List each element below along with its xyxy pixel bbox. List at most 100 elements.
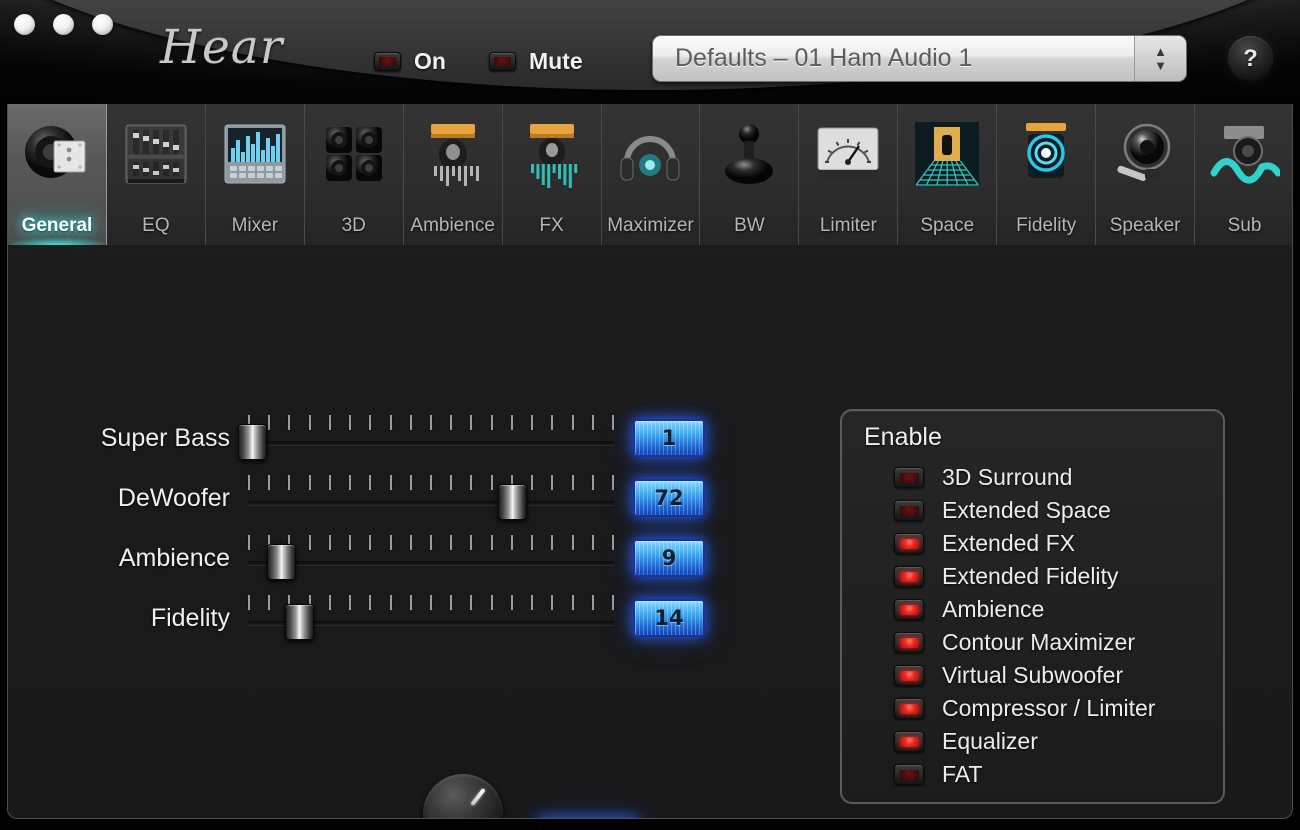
mute-toggle[interactable]: Mute — [489, 48, 583, 75]
tab-limiter[interactable]: Limiter — [799, 104, 898, 245]
tab-bw[interactable]: BW — [700, 104, 799, 245]
slider-label: DeWoofer — [93, 484, 248, 513]
speaker-cable-icon — [1108, 118, 1182, 190]
enable-item-label: Virtual Subwoofer — [942, 662, 1123, 689]
enable-item-fat[interactable]: FAT — [894, 760, 1155, 789]
preset-selector-value: Defaults – 01 Ham Audio 1 — [653, 44, 1134, 73]
zoom-button[interactable] — [92, 14, 113, 35]
slider-row-fidelity: Fidelity — [93, 590, 713, 646]
tab-3d[interactable]: 3D — [305, 104, 404, 245]
enable-led-icon[interactable] — [894, 698, 924, 719]
enable-item-extended-fx[interactable]: Extended FX — [894, 529, 1155, 558]
enable-led-icon[interactable] — [894, 665, 924, 686]
enable-led-icon[interactable] — [894, 731, 924, 752]
headphones-icon — [613, 118, 687, 190]
tab-fx[interactable]: FX — [503, 104, 602, 245]
slider-thumb[interactable] — [285, 604, 314, 640]
fidelity-ring-icon — [1009, 118, 1083, 190]
enable-item-label: Ambience — [942, 596, 1044, 623]
enable-led-icon[interactable] — [894, 500, 924, 521]
enable-led-icon[interactable] — [894, 467, 924, 488]
tab-general[interactable]: General — [8, 104, 107, 245]
enable-item-3d-surround[interactable]: 3D Surround — [894, 463, 1155, 492]
volume-knob[interactable] — [412, 774, 516, 819]
enable-item-label: Extended Space — [942, 497, 1111, 524]
chevron-up-icon[interactable]: ▲ — [1154, 47, 1167, 56]
enable-item-label: FAT — [942, 761, 982, 788]
slider-ticks-icon — [248, 415, 614, 430]
space-room-icon — [910, 118, 984, 190]
enable-led-icon[interactable] — [894, 632, 924, 653]
enable-led-icon[interactable] — [894, 764, 924, 785]
enable-item-label: Equalizer — [942, 728, 1038, 755]
enable-item-ambience[interactable]: Ambience — [894, 595, 1155, 624]
tab-label: Ambience — [404, 215, 502, 237]
slider-row-dewoofer: DeWoofer — [93, 470, 713, 526]
slider-row-ambience: Ambience — [93, 530, 713, 586]
enable-led-icon[interactable] — [894, 533, 924, 554]
joystick-icon — [712, 118, 786, 190]
volume-value-display: 2.4 — [538, 818, 638, 819]
equalizer-faders-icon — [119, 118, 193, 190]
slider-dewoofer[interactable] — [248, 472, 614, 524]
tab-label: FX — [503, 215, 601, 237]
slider-track[interactable] — [248, 441, 614, 445]
mute-led-icon — [489, 52, 516, 71]
slider-ticks-icon — [248, 475, 614, 490]
main-panel: General EQ Mixer 3D Ambience FX Maximize… — [7, 104, 1293, 819]
enable-item-extended-space[interactable]: Extended Space — [894, 496, 1155, 525]
slider-ticks-icon — [248, 535, 614, 550]
enable-item-virtual-subwoofer[interactable]: Virtual Subwoofer — [894, 661, 1155, 690]
tab-label: Speaker — [1096, 215, 1194, 237]
help-button[interactable]: ? — [1228, 36, 1273, 81]
subwoofer-wave-icon — [1208, 118, 1282, 190]
tab-label: 3D — [305, 215, 403, 237]
tab-speaker[interactable]: Speaker — [1096, 104, 1195, 245]
enable-item-extended-fidelity[interactable]: Extended Fidelity — [894, 562, 1155, 591]
power-toggle-label: On — [414, 48, 446, 75]
tab-ambience[interactable]: Ambience — [404, 104, 503, 245]
slider-thumb[interactable] — [498, 484, 527, 520]
enable-led-icon[interactable] — [894, 599, 924, 620]
enable-led-icon[interactable] — [894, 566, 924, 587]
slider-track[interactable] — [248, 561, 614, 565]
power-led-icon — [374, 52, 401, 71]
tab-fidelity[interactable]: Fidelity — [997, 104, 1096, 245]
enable-item-contour-maximizer[interactable]: Contour Maximizer — [894, 628, 1155, 657]
tab-sub[interactable]: Sub — [1195, 104, 1293, 245]
tab-label: Sub — [1195, 215, 1293, 237]
tab-space[interactable]: Space — [898, 104, 997, 245]
tab-label: Limiter — [799, 215, 897, 237]
slider-super-bass[interactable] — [248, 412, 614, 464]
enable-item-equalizer[interactable]: Equalizer — [894, 727, 1155, 756]
slider-thumb[interactable] — [267, 544, 296, 580]
mixer-bars-icon — [218, 118, 292, 190]
volume-knob-body[interactable] — [423, 774, 503, 819]
power-toggle[interactable]: On — [374, 48, 446, 75]
chevron-down-icon[interactable]: ▼ — [1154, 61, 1167, 70]
slider-label: Super Bass — [93, 424, 248, 453]
slider-track[interactable] — [248, 501, 614, 505]
title-bar: Hear On Mute Defaults – 01 Ham Audio 1 ▲… — [0, 0, 1300, 104]
slider-label: Fidelity — [93, 604, 248, 633]
quad-speakers-icon — [317, 118, 391, 190]
close-button[interactable] — [14, 14, 35, 35]
preset-selector[interactable]: Defaults – 01 Ham Audio 1 ▲ ▼ — [652, 35, 1187, 82]
tab-label: Mixer — [206, 215, 304, 237]
minimize-button[interactable] — [53, 14, 74, 35]
enable-group-title: Enable — [864, 423, 942, 452]
slider-fidelity[interactable] — [248, 592, 614, 644]
slider-thumb[interactable] — [238, 424, 267, 460]
tab-eq[interactable]: EQ — [107, 104, 206, 245]
preset-stepper[interactable]: ▲ ▼ — [1134, 36, 1186, 81]
tab-maximizer[interactable]: Maximizer — [602, 104, 701, 245]
tab-mixer[interactable]: Mixer — [206, 104, 305, 245]
speaker-knob-icon — [20, 118, 94, 190]
general-tab-content: Super BassDeWooferAmbienceFidelity Volum… — [8, 245, 1293, 817]
slider-label: Ambience — [93, 544, 248, 573]
slider-ambience[interactable] — [248, 532, 614, 584]
tab-label: EQ — [107, 215, 205, 237]
enable-item-compressor-limiter[interactable]: Compressor / Limiter — [894, 694, 1155, 723]
power-mute-toggles: On Mute — [374, 48, 583, 75]
enable-item-label: Contour Maximizer — [942, 629, 1135, 656]
